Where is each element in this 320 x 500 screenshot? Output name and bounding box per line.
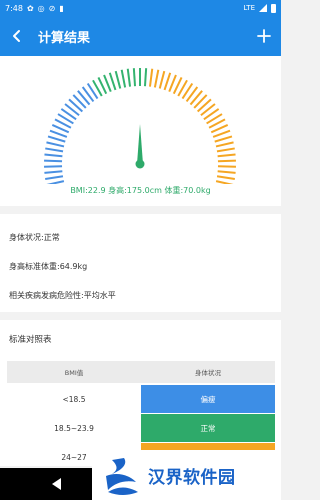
at-icon: ◎ — [37, 3, 45, 13]
disease-risk: 相关疾病发病危险性:平均水平 — [9, 291, 116, 300]
battery-icon — [271, 3, 276, 13]
gauge-tick — [143, 68, 148, 87]
gauge-tick — [44, 159, 63, 163]
settings-icon: ✿ — [26, 3, 34, 13]
gauge-tick — [215, 141, 234, 148]
status-bar: 7:48 ✿ ◎ ⊘ ▮ LTE — [0, 0, 281, 16]
page-title: 计算结果 — [38, 30, 91, 46]
table-header: BMI值 身体状况 — [7, 361, 275, 383]
bmi-range: <18.5 — [62, 394, 86, 404]
sd-card-icon: ▮ — [59, 3, 64, 13]
gauge-tick — [214, 135, 233, 143]
gauge-card: BMI:22.9 身高:175.0cm 体重:70.0kg — [0, 56, 281, 206]
gauge-tick — [114, 70, 122, 89]
gauge-tick — [45, 175, 64, 181]
gauge-tick — [217, 159, 236, 163]
gauge-tick — [217, 153, 236, 158]
info-card: 身体状况:正常 身高标准体重:64.9kg 相关疾病发病危险性:平均水平 — [0, 214, 281, 312]
gauge-tick — [46, 141, 65, 148]
standard-weight: 身高标准体重:64.9kg — [9, 262, 88, 271]
plus-icon — [257, 29, 271, 43]
gauge-tick — [49, 129, 68, 138]
header-bmi: BMI值 — [64, 369, 84, 377]
status-time: 7:48 — [5, 3, 23, 13]
status-right: LTE — [243, 3, 276, 13]
header-status: 身体状况 — [195, 369, 221, 377]
app-bar: 计算结果 — [0, 16, 281, 56]
gauge-tick — [132, 68, 137, 87]
nav-back-icon[interactable] — [52, 478, 61, 490]
gauge-tick — [217, 170, 236, 174]
gauge-tick — [158, 70, 166, 89]
table-title: 标准对照表 — [9, 335, 52, 345]
gauge-tick — [148, 68, 154, 87]
gauge-tick — [44, 165, 63, 168]
body-status: 身体状况:正常 — [9, 233, 60, 242]
bmi-range: 18.5~23.9 — [54, 423, 94, 433]
table-row: <18.5 偏瘦 — [7, 385, 275, 413]
gauge-tick — [216, 175, 235, 181]
network-type: LTE — [243, 4, 255, 12]
status-cell: 偏瘦 — [141, 385, 275, 413]
watermark-text: 汉界软件园 — [148, 467, 236, 488]
gauge-tick — [217, 165, 236, 168]
gauge-tick — [108, 72, 117, 91]
back-button[interactable] — [0, 16, 34, 56]
signal-icon — [259, 4, 267, 12]
status-cell: 正常 — [141, 414, 275, 442]
gauge-tick — [216, 147, 235, 153]
gauge-tick — [212, 129, 231, 138]
signal-off-icon: ⊘ — [48, 3, 56, 13]
gauge-tick — [44, 153, 63, 158]
gauge-needle — [137, 124, 143, 164]
gauge-tick — [47, 135, 66, 143]
reference-table-card: 标准对照表 BMI值 身体状况 <18.5 偏瘦 18.5~23.9 正常 24… — [0, 320, 281, 471]
watermark: 汉界软件园 — [92, 450, 281, 500]
table-row: 18.5~23.9 正常 — [7, 414, 275, 442]
bmi-gauge — [44, 68, 236, 184]
bmi-summary: BMI:22.9 身高:175.0cm 体重:70.0kg — [70, 186, 211, 195]
gauge-hub — [135, 159, 145, 169]
watermark-logo-icon — [106, 458, 138, 495]
gauge-tick — [126, 68, 132, 87]
gauge-tick — [153, 69, 160, 88]
gauge-tick — [120, 69, 127, 88]
gauge-tick — [215, 180, 234, 184]
gauge-tick — [45, 147, 64, 153]
gauge-tick — [46, 180, 65, 184]
gauge-tick — [163, 72, 172, 91]
add-button[interactable] — [247, 16, 281, 56]
back-arrow-icon — [13, 30, 20, 42]
gauge-tick — [44, 170, 63, 174]
